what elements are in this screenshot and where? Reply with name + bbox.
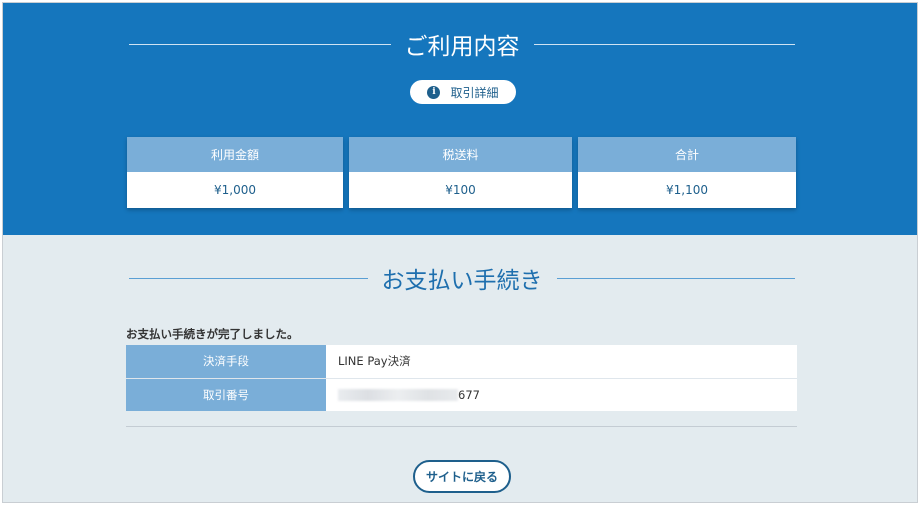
- info-icon: i: [427, 85, 441, 99]
- transaction-number-suffix: 677: [458, 387, 480, 402]
- amount-label: 税送料: [349, 137, 572, 172]
- transaction-number-cell: 677: [326, 377, 797, 411]
- heading-line-right: [533, 43, 795, 45]
- amount-value: ¥100: [349, 172, 572, 208]
- table-row: 決済手段 LINE Pay決済: [126, 345, 797, 378]
- transaction-detail-button[interactable]: i 取引詳細: [410, 80, 516, 104]
- amount-label: 利用金額: [127, 137, 343, 172]
- payment-heading: お支払い手続き: [129, 258, 795, 298]
- amount-value: ¥1,100: [578, 172, 796, 208]
- back-to-site-button[interactable]: サイトに戻る: [413, 460, 511, 493]
- completion-message: お支払い手続きが完了しました。: [126, 327, 299, 341]
- payment-info-table: 決済手段 LINE Pay決済 取引番号 677: [126, 345, 797, 411]
- payment-method-label: 決済手段: [126, 345, 326, 378]
- amount-label: 合計: [578, 137, 796, 172]
- section-divider: [126, 426, 797, 427]
- heading-line-left: [129, 43, 391, 45]
- amount-card-tax-shipping: 税送料 ¥100: [349, 137, 572, 208]
- usage-section: ご利用内容 i 取引詳細 利用金額 ¥1,000 税送料 ¥100 合計 ¥1,…: [3, 3, 917, 235]
- transaction-number-label: 取引番号: [126, 377, 326, 411]
- payment-method-value: LINE Pay決済: [326, 345, 797, 378]
- heading-line-left: [129, 277, 368, 279]
- amount-card-usage: 利用金額 ¥1,000: [127, 137, 343, 208]
- page-frame: ご利用内容 i 取引詳細 利用金額 ¥1,000 税送料 ¥100 合計 ¥1,…: [2, 2, 918, 503]
- payment-title: お支払い手続き: [381, 268, 543, 294]
- amount-card-total: 合計 ¥1,100: [578, 137, 796, 208]
- masked-transaction-number: [338, 389, 458, 402]
- usage-heading: ご利用内容: [129, 25, 795, 63]
- transaction-detail-label: 取引詳細: [450, 85, 499, 100]
- amount-value: ¥1,000: [127, 172, 343, 208]
- table-row: 取引番号 677: [126, 377, 797, 411]
- usage-title: ご利用内容: [404, 34, 520, 60]
- heading-line-right: [556, 277, 795, 279]
